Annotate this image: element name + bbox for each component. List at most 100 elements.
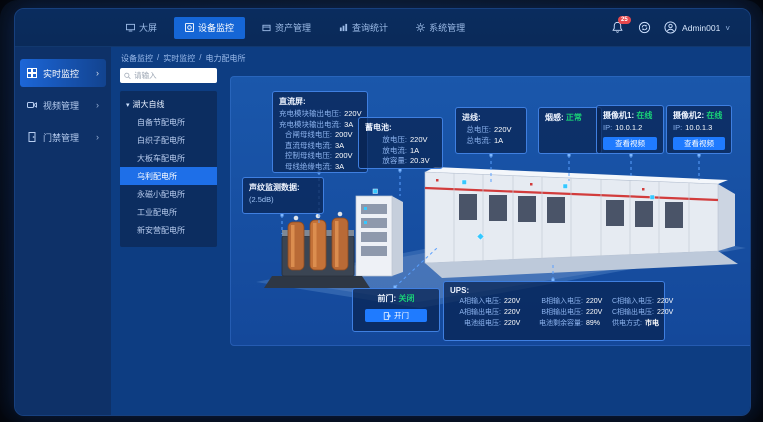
chevron-right-icon xyxy=(96,100,99,110)
breadcrumb-segment[interactable]: 电力配电所 xyxy=(205,53,245,64)
station-3d-panel: 直流屏: 充电模块输出电压:220V 充电模块输出电流:3A 合闸母线电压:20… xyxy=(230,76,751,346)
tree-item[interactable]: 永磁小配电所 xyxy=(120,185,217,203)
ip-label: IP: xyxy=(673,123,682,134)
metric-label: B相输出电压: xyxy=(530,308,583,318)
tree-item[interactable]: 新安营配电所 xyxy=(120,221,217,239)
open-door-label: 开门 xyxy=(394,310,409,321)
dc-screen-panel: 直流屏: 充电模块输出电压:220V 充电模块输出电流:3A 合闸母线电压:20… xyxy=(272,91,368,173)
metric-label: 总电流: xyxy=(462,136,491,147)
acoustic-monitor-panel: 声纹监测数据: (2.5dB) xyxy=(242,177,324,214)
tree-root-label: 湖大自线 xyxy=(133,99,165,110)
sidebar-item-video-management[interactable]: 视频管理 xyxy=(20,91,106,119)
metric-label: 电池剩余容量: xyxy=(530,319,583,329)
topbar-right-cluster: 25 Admin001 xyxy=(611,21,750,35)
nav-tab-query-stats[interactable]: 查询统计 xyxy=(328,17,399,39)
open-door-button[interactable]: 开门 xyxy=(365,309,427,322)
app-window: 大屏 设备监控 资产管理 查询统计 系统管理 25 xyxy=(14,8,751,416)
screen-icon xyxy=(126,23,135,32)
station-tree: 湖大自线 自备节配电所 白织子配电所 大板车配电所 乌利配电所 永磁小配电所 工… xyxy=(120,91,217,247)
supply-mode-value: 市电 xyxy=(645,319,671,329)
connector-lines xyxy=(282,155,699,287)
stats-chart-icon xyxy=(339,23,348,32)
view-video-button[interactable]: 查看视频 xyxy=(673,137,725,150)
camera1-panel: 摄像机1: 在线 IP:10.0.1.2 查看视频 xyxy=(596,105,664,154)
breadcrumb: 设备监控 / 实时监控 / 电力配电所 xyxy=(121,53,245,64)
panel-title: 蓄电池: xyxy=(365,122,436,133)
ups-metrics-grid: A相输入电压:220V B相输入电压:220V C相输入电压:220V A相输出… xyxy=(450,297,658,329)
metric-value: 220V xyxy=(586,308,612,318)
metric-label: 母线绝缘电流: xyxy=(279,162,332,173)
metric-label: 控制母线电压: xyxy=(279,151,332,162)
smoke-sensor-panel: 烟感: 正常 xyxy=(538,107,602,154)
nav-tab-label: 查询统计 xyxy=(352,21,388,34)
metric-value: 89% xyxy=(586,319,612,329)
content-area: 设备监控 / 实时监控 / 电力配电所 湖大自线 自备节配电所 白织子配电所 大… xyxy=(111,47,750,415)
battery-cabinet xyxy=(356,196,403,276)
connector-endpoints xyxy=(281,154,701,289)
metric-label: 放电流: xyxy=(365,146,407,157)
view-video-button[interactable]: 查看视频 xyxy=(603,137,657,150)
metric-value: 220V xyxy=(504,297,530,307)
tree-item[interactable]: 工业配电所 xyxy=(120,203,217,221)
alarm-bell-button[interactable]: 25 xyxy=(611,21,625,35)
tree-item[interactable]: 大板车配电所 xyxy=(120,149,217,167)
search-icon xyxy=(124,72,131,80)
metric-label: 充电模块输出电流: xyxy=(279,120,341,131)
camera2-status: 在线 xyxy=(706,111,722,120)
metric-label: A相输出电压: xyxy=(450,308,501,318)
top-nav-bar: 大屏 设备监控 资产管理 查询统计 系统管理 25 xyxy=(15,9,750,47)
ip-label: IP: xyxy=(603,123,612,134)
tree-item[interactable]: 白织子配电所 xyxy=(120,131,217,149)
avatar-icon xyxy=(664,21,677,34)
tree-item-active[interactable]: 乌利配电所 xyxy=(120,167,217,185)
metric-value: 220V xyxy=(410,135,436,146)
nav-tab-system-settings[interactable]: 系统管理 xyxy=(405,17,476,39)
nav-tab-dashboard[interactable]: 大屏 xyxy=(115,17,168,39)
tree-root-node[interactable]: 湖大自线 xyxy=(120,96,217,113)
metric-label: C相输入电压: xyxy=(612,297,654,307)
panel-title: 摄像机1: xyxy=(603,111,634,120)
metric-value: 220V xyxy=(504,308,530,318)
video-camera-icon xyxy=(27,100,37,110)
metric-label: 直流母线电流: xyxy=(279,141,332,152)
sidebar-item-access-control[interactable]: 门禁管理 xyxy=(20,123,106,151)
front-door-panel: 前门: 关闭 开门 xyxy=(352,288,440,332)
breadcrumb-separator: / xyxy=(157,53,159,64)
breadcrumb-separator: / xyxy=(199,53,201,64)
door-icon xyxy=(27,132,37,142)
station-search xyxy=(120,68,217,83)
metric-label: 放容量: xyxy=(365,156,407,167)
tree-item[interactable]: 自备节配电所 xyxy=(120,113,217,131)
chevron-down-icon xyxy=(725,23,730,33)
caret-down-icon xyxy=(126,100,130,109)
metric-value: 20.3V xyxy=(410,156,436,167)
metric-label: C相输出电压: xyxy=(612,308,654,318)
sidebar-item-label: 视频管理 xyxy=(43,99,79,112)
nav-tab-label: 设备监控 xyxy=(198,21,234,34)
nav-tab-assets[interactable]: 资产管理 xyxy=(251,17,322,39)
battery-panel: 蓄电池: 放电压:220V 放电流:1A 放容量:20.3V xyxy=(358,117,443,169)
nav-tab-equipment-monitor[interactable]: 设备监控 xyxy=(174,17,245,39)
sidebar-item-realtime-monitor[interactable]: 实时监控 xyxy=(20,59,106,87)
metric-label: 总电压: xyxy=(462,125,491,136)
refresh-icon[interactable] xyxy=(638,21,651,34)
search-input[interactable] xyxy=(134,71,213,80)
transformer xyxy=(264,212,370,288)
breadcrumb-segment[interactable]: 设备监控 xyxy=(121,53,153,64)
metric-value: 220V xyxy=(504,319,530,329)
camera1-status: 在线 xyxy=(636,111,652,120)
device-frame: 大屏 设备监控 资产管理 查询统计 系统管理 25 xyxy=(0,0,763,422)
breadcrumb-segment[interactable]: 实时监控 xyxy=(163,53,195,64)
metric-value: 1A xyxy=(494,136,520,147)
metric-value: 220V xyxy=(586,297,612,307)
equipment-markers xyxy=(373,180,655,240)
nav-tab-label: 大屏 xyxy=(139,21,157,34)
monitor-icon xyxy=(185,23,194,32)
metric-label: B相输入电压: xyxy=(530,297,583,307)
sidebar-item-label: 实时监控 xyxy=(43,67,79,80)
camera1-ip: 10.0.1.2 xyxy=(615,123,642,134)
user-menu[interactable]: Admin001 xyxy=(664,21,730,34)
incoming-line-panel: 进线: 总电压:220V 总电流:1A xyxy=(455,107,527,154)
metric-value: 1A xyxy=(410,146,436,157)
metric-value: 220V xyxy=(494,125,520,136)
